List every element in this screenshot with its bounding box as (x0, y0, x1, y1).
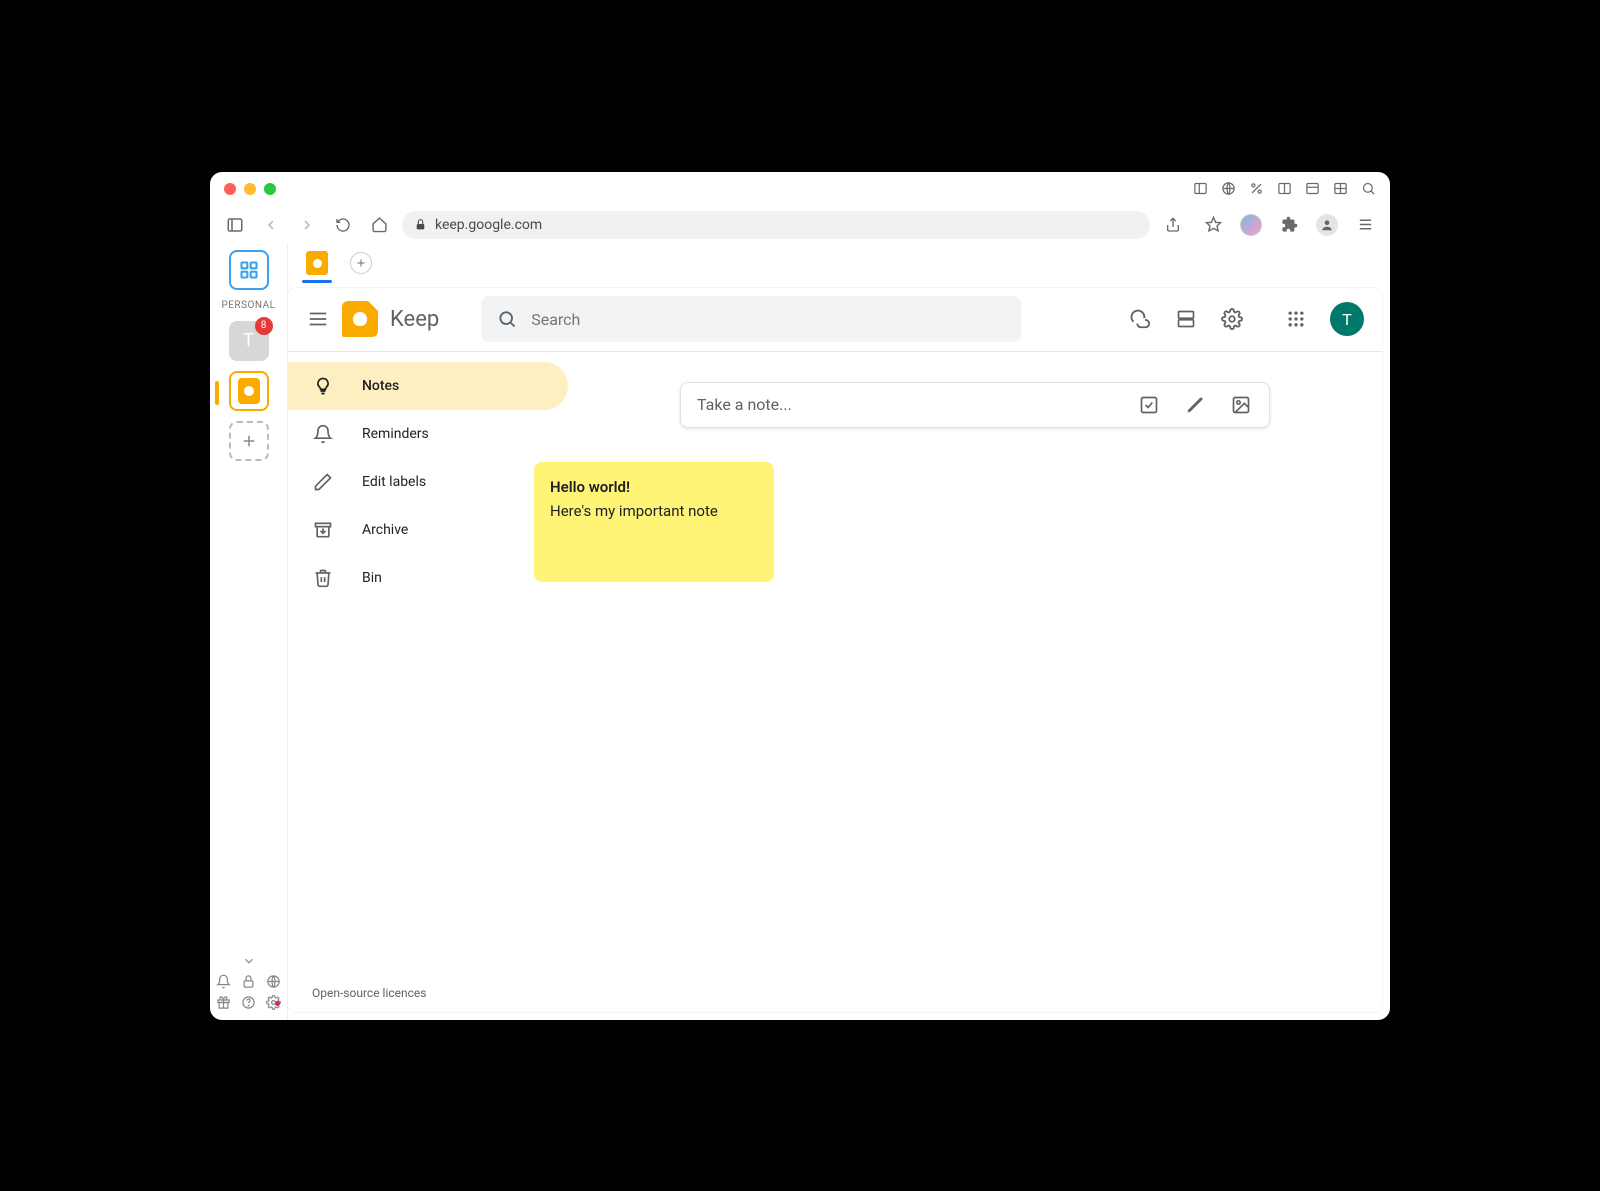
search-input[interactable] (531, 310, 1005, 329)
nav-item-bin[interactable]: Bin (288, 554, 568, 602)
nav-item-label: Bin (362, 570, 382, 586)
workspace-grid-button[interactable] (229, 250, 269, 290)
nav-item-archive[interactable]: Archive (288, 506, 568, 554)
browser-window: keep.google.com PERSONAL T 8 (210, 172, 1390, 1020)
notification-dot (275, 1001, 280, 1006)
rail-keep-app[interactable] (229, 371, 269, 411)
take-note-placeholder: Take a note... (697, 395, 1115, 414)
new-drawing-icon[interactable] (1183, 393, 1207, 417)
take-note-input[interactable]: Take a note... (680, 382, 1270, 428)
rail-notification-badge: 8 (255, 317, 273, 335)
note-body: Here's my important note (550, 502, 758, 520)
new-list-icon[interactable] (1137, 393, 1161, 417)
search-bar[interactable] (481, 296, 1021, 342)
google-apps-icon[interactable] (1284, 307, 1308, 331)
nav-item-label: Notes (362, 378, 399, 394)
nav-forward-button[interactable] (294, 212, 320, 238)
search-icon (497, 309, 517, 329)
lock-small-icon[interactable] (241, 974, 256, 989)
keep-header: Keep T (288, 288, 1382, 352)
keep-app: Keep T (288, 288, 1382, 1012)
refresh-cloud-icon[interactable] (1128, 307, 1152, 331)
titlebar-right-icons (1192, 181, 1376, 197)
nav-back-button[interactable] (258, 212, 284, 238)
trash-icon (312, 567, 334, 589)
note-card[interactable]: Hello world! Here's my important note (534, 462, 774, 582)
nav-item-reminders[interactable]: Reminders (288, 410, 568, 458)
main-menu-button[interactable] (306, 307, 330, 331)
home-button[interactable] (366, 212, 392, 238)
rail-workspace-avatar[interactable]: T 8 (229, 321, 269, 361)
rail-add-button[interactable] (229, 421, 269, 461)
globe-icon[interactable] (1220, 181, 1236, 197)
grid4-icon[interactable] (1332, 181, 1348, 197)
layout-icon[interactable] (1304, 181, 1320, 197)
window-close-button[interactable] (224, 183, 236, 195)
tab-keep[interactable] (302, 248, 332, 278)
keep-sidebar: Notes Reminders Edit labels Archive (288, 352, 568, 974)
gear-small-icon[interactable] (266, 995, 281, 1010)
toolbar-right (1160, 212, 1378, 238)
sidebar-toggle-icon[interactable] (222, 212, 248, 238)
help-icon[interactable] (241, 995, 256, 1010)
tab-strip (288, 244, 1390, 284)
app-left-rail: PERSONAL T 8 (210, 244, 288, 1020)
extensions-puzzle-icon[interactable] (1276, 212, 1302, 238)
new-tab-button[interactable] (350, 252, 372, 274)
nav-item-label: Reminders (362, 426, 429, 442)
rail-section-label: PERSONAL (221, 300, 275, 311)
percent-icon[interactable] (1248, 181, 1264, 197)
browser-toolbar: keep.google.com (210, 206, 1390, 244)
bell-icon (312, 423, 334, 445)
lightbulb-icon (312, 375, 334, 397)
panel-icon[interactable] (1192, 181, 1208, 197)
notes-area: Take a note... Hello world! Here's my im… (568, 352, 1382, 974)
browser-profile-button[interactable] (1316, 214, 1338, 236)
rail-bottom-controls (216, 954, 281, 1010)
reload-button[interactable] (330, 212, 356, 238)
window-minimize-button[interactable] (244, 183, 256, 195)
rail-avatar-letter: T (243, 330, 254, 351)
browser-menu-icon[interactable] (1352, 212, 1378, 238)
bookmark-star-icon[interactable] (1200, 212, 1226, 238)
bell-icon[interactable] (216, 974, 231, 989)
app-title: Keep (390, 307, 439, 332)
settings-gear-icon[interactable] (1220, 307, 1244, 331)
keep-logo-icon (342, 301, 378, 337)
nav-item-label: Archive (362, 522, 408, 538)
new-image-icon[interactable] (1229, 393, 1253, 417)
globe-small-icon[interactable] (266, 974, 281, 989)
window-titlebar (210, 172, 1390, 206)
nav-item-label: Edit labels (362, 474, 426, 490)
columns-icon[interactable] (1276, 181, 1292, 197)
avatar-letter: T (1342, 310, 1352, 329)
note-title: Hello world! (550, 478, 758, 496)
archive-icon (312, 519, 334, 541)
list-view-icon[interactable] (1174, 307, 1198, 331)
search-icon[interactable] (1360, 181, 1376, 197)
address-bar[interactable]: keep.google.com (402, 211, 1150, 239)
address-bar-url: keep.google.com (435, 217, 542, 233)
lock-icon (414, 218, 427, 231)
pencil-icon (312, 471, 334, 493)
window-zoom-button[interactable] (264, 183, 276, 195)
share-icon[interactable] (1160, 212, 1186, 238)
extension-avatar-icon[interactable] (1240, 214, 1262, 236)
gift-icon[interactable] (216, 995, 231, 1010)
nav-item-notes[interactable]: Notes (288, 362, 568, 410)
rail-active-indicator (215, 381, 219, 405)
account-avatar[interactable]: T (1330, 302, 1364, 336)
footer-licences-link[interactable]: Open-source licences (288, 974, 1382, 1012)
chevron-down-icon[interactable] (242, 954, 256, 968)
nav-item-edit-labels[interactable]: Edit labels (288, 458, 568, 506)
